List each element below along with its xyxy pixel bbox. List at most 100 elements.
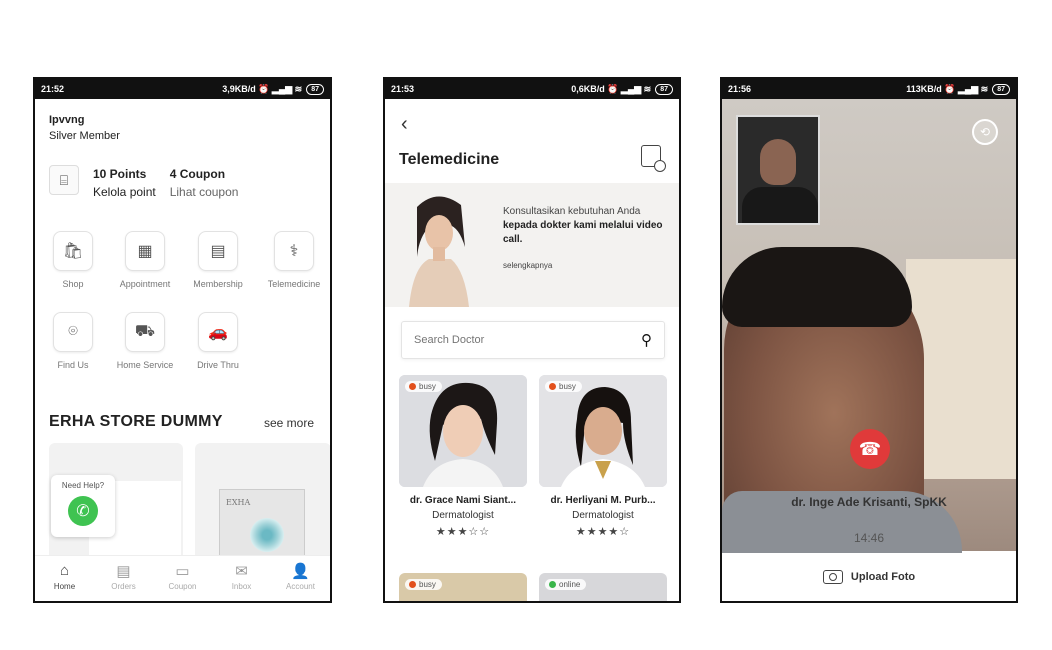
user-info: Ipvvng Silver Member — [49, 112, 120, 144]
status-info: 3,9KB/d ⏰ ▂▄▆ ≋ — [222, 83, 303, 94]
star-rating: ★★★★☆ — [575, 526, 631, 538]
search-bar[interactable]: ⚲ — [401, 321, 665, 359]
busy-dot — [549, 383, 556, 390]
location-pin-icon: ⌾ — [53, 312, 93, 352]
product-card[interactable]: EXHA — [195, 443, 330, 563]
nav-label: Home — [53, 582, 76, 591]
status-bar: 21:53 0,6KB/d ⏰ ▂▄▆ ≋ 87 — [385, 79, 679, 99]
end-call-button[interactable]: ☎ — [850, 429, 890, 469]
need-help-label: Need Help? — [61, 481, 105, 490]
camera-icon — [822, 570, 843, 584]
doctor-specialty: Dermatologist — [432, 510, 494, 521]
home-icon: ⌂ — [59, 562, 70, 579]
battery-icon: 87 — [306, 83, 324, 95]
menu-label: Telemedicine — [267, 279, 321, 289]
scan-icon[interactable]: ⌸ — [49, 165, 79, 195]
status-bar: 21:56 113KB/d ⏰ ▂▄▆ ≋ 87 — [722, 79, 1016, 99]
history-icon[interactable] — [641, 145, 666, 172]
page-title: Telemedicine — [399, 151, 500, 168]
points-link[interactable]: Kelola point — [93, 183, 156, 201]
status-time: 21:52 — [41, 84, 65, 94]
model-image — [409, 196, 469, 307]
status-label: busy — [419, 382, 436, 391]
battery-icon: 87 — [655, 83, 673, 95]
nav-inbox[interactable]: ✉ Inbox — [212, 556, 271, 601]
nav-orders[interactable]: ▤ Orders — [94, 556, 153, 601]
back-arrow-icon[interactable]: ‹ — [401, 113, 408, 136]
online-dot — [549, 581, 556, 588]
switch-camera-icon[interactable]: ⟲ — [972, 119, 998, 145]
doctor-card[interactable]: busy dr. Grace Nami Siant... Dermatologi… — [399, 375, 527, 538]
doctor-card[interactable]: busy dr. Herliyani M. Purb... Dermatolog… — [539, 375, 667, 538]
need-help-button[interactable]: Need Help? ✆ — [51, 475, 115, 537]
busy-dot — [409, 581, 416, 588]
promo-banner[interactable]: Konsultasikan kebutuhan Anda kepada dokt… — [385, 183, 679, 307]
menu-label: Membership — [193, 279, 243, 289]
see-more-link[interactable]: see more — [264, 416, 314, 430]
local-person-face — [760, 139, 796, 185]
doctor-card[interactable]: online — [539, 573, 667, 601]
inbox-icon: ✉ — [235, 563, 248, 580]
menu-membership[interactable]: ▤ Membership — [183, 231, 253, 289]
search-icon[interactable]: ⚲ — [641, 331, 652, 349]
doctor-name: dr. Herliyani M. Purb... — [550, 495, 656, 506]
banner-more-link[interactable]: selengkapnya — [503, 259, 675, 273]
status-badge: busy — [405, 381, 442, 392]
doctor-card[interactable]: busy — [399, 573, 527, 601]
menu-shop[interactable]: 🛍 Shop — [38, 231, 108, 289]
search-input[interactable] — [414, 334, 614, 346]
banner-text: Konsultasikan kebutuhan Anda kepada dokt… — [503, 205, 675, 273]
star-rating: ★★★☆☆ — [435, 526, 491, 538]
menu-label: Drive Thru — [197, 360, 239, 370]
nav-account[interactable]: 👤 Account — [271, 556, 330, 601]
banner-line-2: kepada dokter kami melalui video call. — [503, 220, 663, 245]
status-badge: busy — [545, 381, 582, 392]
store-title: ERHA STORE DUMMY — [49, 413, 223, 430]
coupon-block[interactable]: 4 Coupon Lihat coupon — [170, 165, 239, 201]
battery-icon: 87 — [992, 83, 1010, 95]
status-bar: 21:52 3,9KB/d ⏰ ▂▄▆ ≋ 87 — [35, 79, 330, 99]
product-pattern — [250, 518, 284, 552]
upload-photo-button[interactable]: Upload Foto — [722, 553, 1016, 601]
home-screen: 21:52 3,9KB/d ⏰ ▂▄▆ ≋ 87 Ipvvng Silver M… — [33, 77, 332, 603]
nav-label: Inbox — [231, 582, 252, 591]
menu-telemedicine[interactable]: ⚕ Telemedicine — [259, 231, 329, 289]
status-label: busy — [559, 382, 576, 391]
product-image: EXHA — [219, 489, 305, 563]
upload-label: Upload Foto — [850, 571, 916, 583]
doctor-name: dr. Grace Nami Siant... — [409, 495, 517, 506]
nav-home[interactable]: ⌂ Home — [35, 556, 94, 601]
member-tier: Silver Member — [49, 130, 120, 142]
video-call-screen: 21:56 113KB/d ⏰ ▂▄▆ ≋ 87 ⟲ ☎ dr. Inge Ad… — [720, 77, 1018, 603]
doctor-photo: busy — [539, 375, 667, 487]
menu-drive-thru[interactable]: 🚗 Drive Thru — [183, 312, 253, 370]
nav-coupon[interactable]: ▭ Coupon — [153, 556, 212, 601]
orders-icon: ▤ — [116, 563, 131, 580]
menu-find-us[interactable]: ⌾ Find Us — [38, 312, 108, 370]
coupon-link[interactable]: Lihat coupon — [170, 183, 239, 201]
telemedicine-screen: 21:53 0,6KB/d ⏰ ▂▄▆ ≋ 87 ‹ Telemedicine … — [383, 77, 681, 603]
account-icon: 👤 — [291, 563, 310, 580]
doctor-specialty: Dermatologist — [572, 510, 634, 521]
status-label: online — [559, 580, 581, 589]
coupon-value: 4 Coupon — [169, 167, 226, 181]
nav-label: Coupon — [168, 582, 197, 591]
product-brand: EXHA — [226, 498, 251, 507]
local-video-preview[interactable] — [736, 115, 820, 225]
coupon-icon: ▭ — [175, 563, 190, 580]
remote-person-hair — [722, 247, 912, 327]
membership-card-icon: ▤ — [198, 231, 238, 271]
points-block[interactable]: 10 Points Kelola point — [93, 165, 156, 201]
status-label: busy — [419, 580, 436, 589]
call-timer: 14:46 — [853, 531, 885, 545]
calendar-icon: ▦ — [125, 231, 165, 271]
status-badge: busy — [405, 579, 442, 590]
menu-label: Shop — [62, 279, 84, 289]
points-value: 10 Points — [93, 167, 147, 181]
delivery-truck-icon: ⛟ — [125, 312, 165, 352]
local-person-body — [742, 187, 818, 223]
status-info: 0,6KB/d ⏰ ▂▄▆ ≋ — [571, 83, 652, 94]
menu-home-service[interactable]: ⛟ Home Service — [110, 312, 180, 370]
points-section: ⌸ 10 Points Kelola point 4 Coupon Lihat … — [49, 165, 238, 201]
menu-appointment[interactable]: ▦ Appointment — [110, 231, 180, 289]
